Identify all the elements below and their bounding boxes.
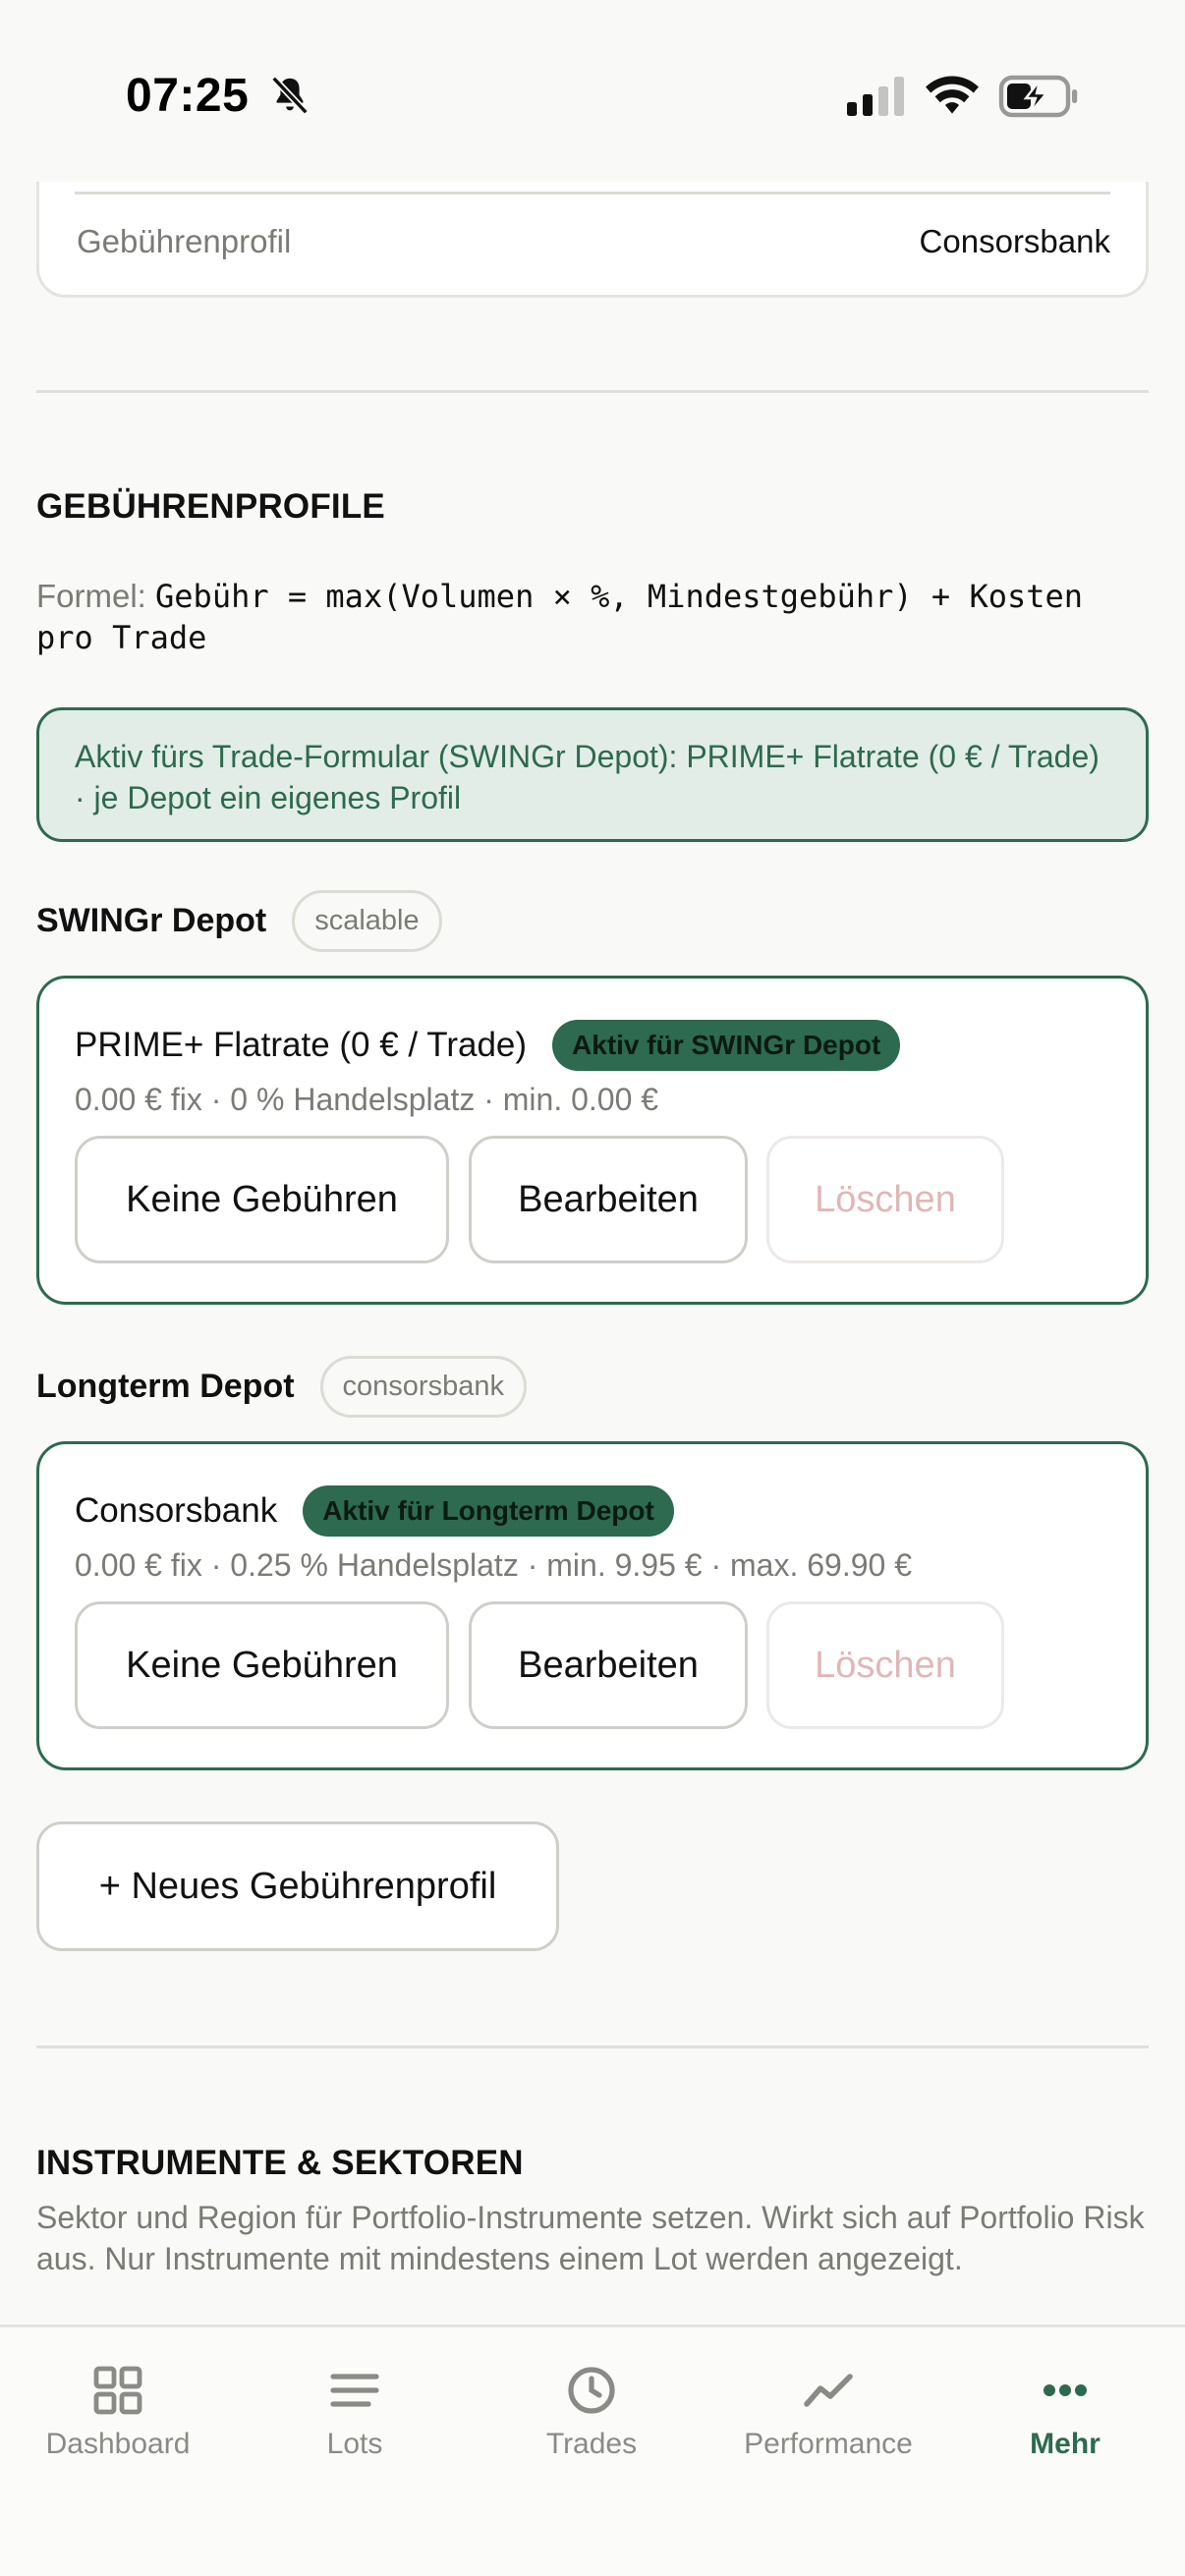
fee-profile-value[interactable]: Consorsbank — [920, 223, 1110, 260]
tab-label: Dashboard — [45, 2428, 191, 2460]
no-fees-button[interactable]: Keine Gebühren — [75, 1136, 449, 1263]
formula-code: Gebühr = max(Volumen × %, Mindestgebühr)… — [36, 578, 1084, 656]
depot-header-swingr: SWINGr Depot scalable — [36, 890, 442, 952]
fee-profile-card: Consorsbank Aktiv für Longterm Depot 0.0… — [36, 1441, 1149, 1770]
screen: Gebührenprofil Consorsbank GEBÜHRENPROFI… — [0, 0, 1185, 2576]
instruments-description: Sektor und Region für Portfolio-Instrume… — [36, 2200, 1145, 2276]
depot-broker-tag: scalable — [292, 890, 442, 952]
status-bar: 07:25 — [0, 0, 1185, 182]
active-badge: Aktiv für SWINGr Depot — [552, 1020, 901, 1071]
list-icon — [330, 2374, 379, 2407]
tab-lots[interactable]: Lots — [237, 2363, 473, 2461]
profile-title-row: PRIME+ Flatrate (0 € / Trade) Aktiv für … — [75, 1020, 901, 1071]
instruments-section-title: INSTRUMENTE & SEKTOREN — [36, 2144, 524, 2182]
delete-button[interactable]: Löschen — [766, 1601, 1004, 1729]
active-badge: Aktiv für Longterm Depot — [303, 1485, 674, 1537]
tab-trades[interactable]: Trades — [474, 2363, 709, 2461]
grid-icon — [93, 2366, 142, 2415]
tab-label: Lots — [326, 2428, 383, 2460]
bell-muted-icon — [271, 76, 309, 115]
profile-name: Consorsbank — [75, 1491, 278, 1530]
fee-profile-card: PRIME+ Flatrate (0 € / Trade) Aktiv für … — [36, 976, 1149, 1305]
depot-broker-tag: consorsbank — [319, 1356, 527, 1418]
new-fee-profile-button[interactable]: + Neues Gebührenprofil — [36, 1821, 559, 1951]
bottom-tab-bar: Dashboard Lots Trades Performance Mehr — [0, 2324, 1185, 2576]
edit-button[interactable]: Bearbeiten — [469, 1601, 748, 1729]
cell-signal-icon — [847, 77, 904, 116]
tab-more[interactable]: Mehr — [947, 2363, 1183, 2461]
edit-button[interactable]: Bearbeiten — [469, 1136, 748, 1263]
fees-section-title: GEBÜHRENPROFILE — [36, 487, 385, 526]
tab-label: Performance — [744, 2428, 913, 2460]
clock-icon — [568, 2367, 615, 2414]
fee-profile-label: Gebührenprofil — [77, 223, 292, 259]
more-dots-icon — [1044, 2384, 1087, 2396]
status-time: 07:25 — [126, 70, 250, 122]
no-fees-button[interactable]: Keine Gebühren — [75, 1601, 449, 1729]
trend-icon — [804, 2374, 853, 2407]
tab-label: Mehr — [1030, 2428, 1100, 2460]
section-divider — [36, 390, 1149, 393]
section-divider — [36, 2045, 1149, 2048]
profile-meta: 0.00 € fix · 0 % Handelsplatz · min. 0.0… — [75, 1082, 659, 1117]
depot-name: Longterm Depot — [36, 1368, 295, 1405]
card-divider — [75, 192, 1110, 195]
tab-label: Trades — [545, 2428, 638, 2460]
active-profile-info: Aktiv fürs Trade-Formular (SWINGr Depot)… — [36, 707, 1149, 842]
wifi-icon — [926, 76, 979, 114]
profile-name: PRIME+ Flatrate (0 € / Trade) — [75, 1026, 528, 1064]
tab-performance[interactable]: Performance — [710, 2363, 946, 2461]
tab-dashboard[interactable]: Dashboard — [0, 2363, 236, 2461]
profile-meta: 0.00 € fix · 0.25 % Handelsplatz · min. … — [75, 1547, 912, 1583]
depot-header-longterm: Longterm Depot consorsbank — [36, 1356, 527, 1418]
fee-formula: Formel: Gebühr = max(Volumen × %, Mindes… — [36, 576, 1157, 658]
depot-name: SWINGr Depot — [36, 902, 267, 939]
formula-label: Formel: — [36, 578, 146, 614]
delete-button[interactable]: Löschen — [766, 1136, 1004, 1263]
battery-charging-icon — [998, 75, 1078, 118]
profile-title-row: Consorsbank Aktiv für Longterm Depot — [75, 1485, 674, 1537]
